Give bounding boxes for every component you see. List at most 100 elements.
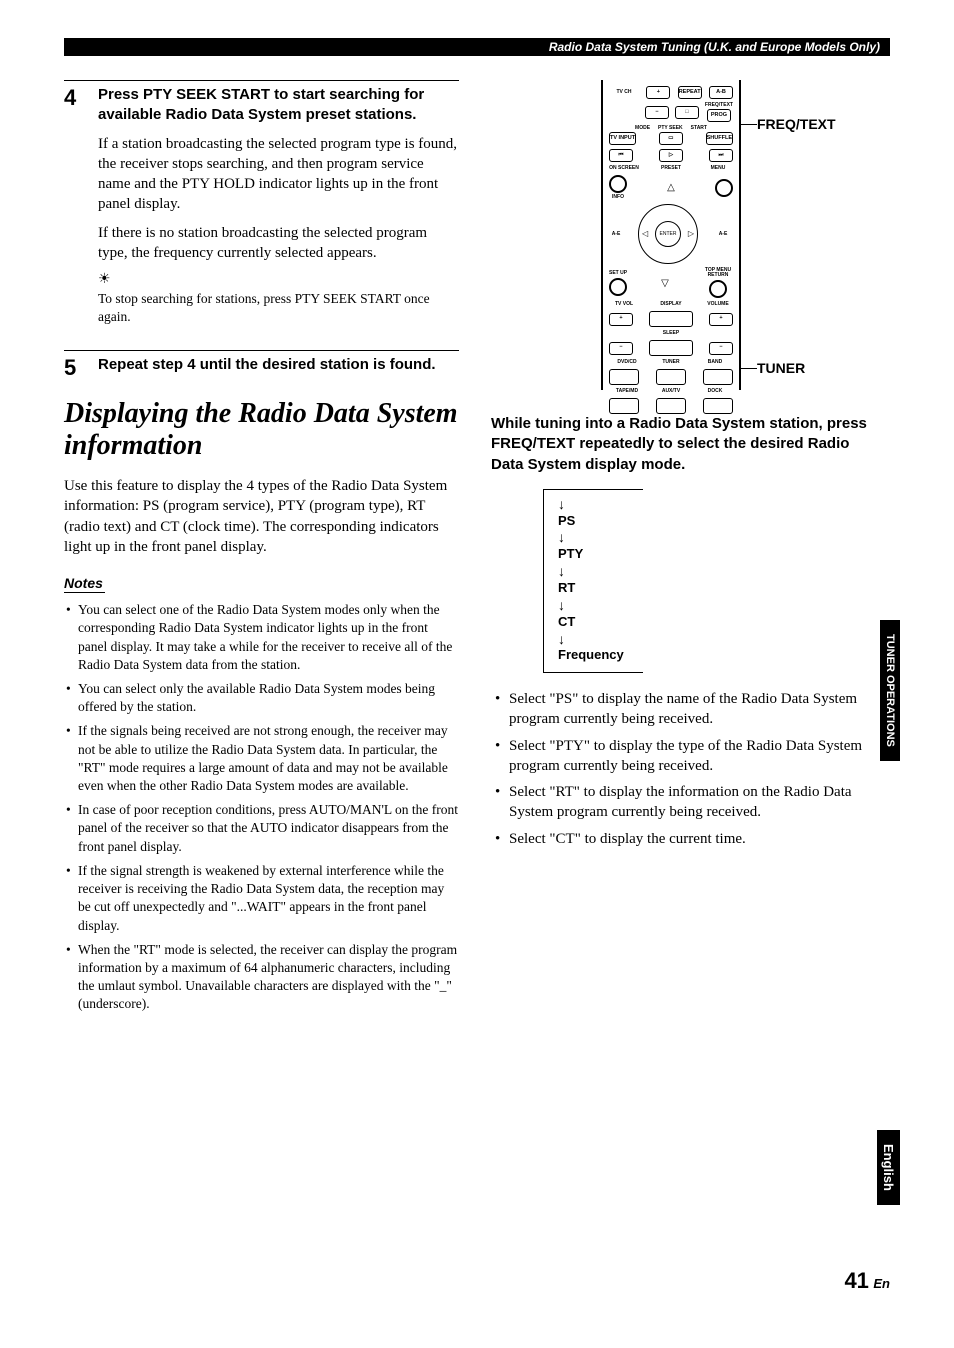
flow-item: CT <box>558 614 643 631</box>
setup-knob <box>609 278 627 296</box>
prog-button: PROG <box>707 109 731 122</box>
step-paragraph: If a station broadcasting the selected p… <box>98 134 459 215</box>
remote-label: TV CH <box>609 90 639 95</box>
remote-label: FREQ/TEXT <box>705 103 733 108</box>
left-column: 4 Press PTY SEEK START to start searchin… <box>64 80 459 1020</box>
down-icon: ▽ <box>661 278 669 289</box>
remote-label: MODE <box>635 126 650 131</box>
right-icon: ▷ <box>688 229 694 238</box>
arrow-down-icon: ↓ <box>558 496 643 513</box>
tvvol-plus-button: + <box>609 313 633 326</box>
sleep-button <box>649 340 693 356</box>
remote-label: INFO <box>612 195 624 200</box>
mode-item: Select "CT" to display the current time. <box>491 829 886 849</box>
stop-button: □ <box>675 106 699 119</box>
tip-icon: ☀ <box>98 271 459 288</box>
tapemd-button <box>609 398 639 414</box>
dock-button <box>703 398 733 414</box>
repeat-button: REPEAT <box>678 86 702 99</box>
remote-body: TV CH + REPEAT A-B − □ FREQ/TEXT PROG MO… <box>601 80 741 390</box>
band-button <box>703 369 733 385</box>
step-title: Repeat step 4 until the desired station … <box>98 355 459 375</box>
section-paragraph: Use this feature to display the 4 types … <box>64 476 459 557</box>
next-button: ⏭ <box>709 149 733 162</box>
enter-button: ENTER <box>655 221 681 247</box>
minus-button: − <box>645 106 669 119</box>
page-number-suffix: En <box>873 1276 890 1291</box>
dvdcd-button <box>609 369 639 385</box>
step-4: 4 Press PTY SEEK START to start searchin… <box>64 85 459 336</box>
rule <box>64 350 459 351</box>
step-number: 5 <box>64 355 84 383</box>
pause-button: ▭ <box>659 132 683 145</box>
arrow-down-icon: ↓ <box>558 631 643 648</box>
dpad: ENTER ◁ ▷ <box>638 204 698 264</box>
vol-plus-button: + <box>709 313 733 326</box>
arrow-down-icon: ↓ <box>558 597 643 614</box>
flow-item: PTY <box>558 546 643 563</box>
notes-label: Notes <box>64 575 105 593</box>
annotation-freqtext: FREQ/TEXT <box>757 116 836 132</box>
remote-label: SLEEP <box>663 331 679 336</box>
instruction-text: While tuning into a Radio Data System st… <box>491 414 886 475</box>
mode-item: Select "RT" to display the information o… <box>491 782 886 823</box>
remote-label: SET UP <box>609 271 627 276</box>
remote-label: DOCK <box>697 389 733 394</box>
page-number: 41 En <box>844 1268 890 1294</box>
menu-knob <box>715 179 733 197</box>
mode-item: Select "PTY" to display the type of the … <box>491 736 886 777</box>
note-item: If the signal strength is weakened by ex… <box>64 862 459 935</box>
remote-label: VOLUME <box>703 302 733 307</box>
note-item: You can select only the available Radio … <box>64 680 459 716</box>
mode-item: Select "PS" to display the name of the R… <box>491 689 886 730</box>
flow-item: PS <box>558 513 643 530</box>
display-button <box>649 311 693 327</box>
step-title: Press PTY SEEK START to start searching … <box>98 85 459 126</box>
ab-button: A-B <box>709 86 733 99</box>
step-body: Press PTY SEEK START to start searching … <box>98 85 459 336</box>
side-tab-english: English <box>877 1130 900 1205</box>
remote-label: DVD/CD <box>609 360 645 365</box>
play-button: ▷ <box>659 149 683 162</box>
tip-text: To stop searching for stations, press PT… <box>98 290 459 326</box>
section-heading: Displaying the Radio Data System informa… <box>64 398 459 462</box>
tvinput-button: TV INPUT <box>609 132 636 145</box>
note-item: If the signals being received are not st… <box>64 722 459 795</box>
remote-diagram: TV CH + REPEAT A-B − □ FREQ/TEXT PROG MO… <box>491 80 886 400</box>
mode-list: Select "PS" to display the name of the R… <box>491 689 886 849</box>
remote-label: START <box>691 126 707 131</box>
prev-button: ⏮ <box>609 149 633 162</box>
vol-minus-button: − <box>709 342 733 355</box>
auxtv-button <box>656 398 686 414</box>
content-columns: 4 Press PTY SEEK START to start searchin… <box>64 80 890 1020</box>
remote-label: ON SCREEN <box>609 166 639 171</box>
step-paragraph: If there is no station broadcasting the … <box>98 223 459 264</box>
tuner-button <box>656 369 686 385</box>
onscreen-knob <box>609 175 627 193</box>
remote-label: TOP MENU RETURN <box>703 268 733 278</box>
shuffle-button: SHUFFLE <box>706 132 733 145</box>
rule <box>64 80 459 81</box>
flow-item: Frequency <box>558 647 643 664</box>
note-item: When the "RT" mode is selected, the rece… <box>64 941 459 1014</box>
remote-label: MENU <box>703 166 733 171</box>
up-icon: △ <box>667 182 675 193</box>
annotation-tuner: TUNER <box>757 360 805 376</box>
flow-diagram: ↓ PS ↓ PTY ↓ RT ↓ CT ↓ Frequency <box>543 489 643 673</box>
remote-label: A-E <box>713 232 733 237</box>
page-header-bar: Radio Data System Tuning (U.K. and Europ… <box>64 38 890 56</box>
remote-label: TV VOL <box>609 302 639 307</box>
note-item: You can select one of the Radio Data Sys… <box>64 601 459 674</box>
right-column: TV CH + REPEAT A-B − □ FREQ/TEXT PROG MO… <box>491 80 886 1020</box>
left-icon: ◁ <box>642 229 648 238</box>
arrow-down-icon: ↓ <box>558 563 643 580</box>
remote-label: AUX/TV <box>653 389 689 394</box>
tvvol-minus-button: − <box>609 342 633 355</box>
remote-label: DISPLAY <box>656 302 686 307</box>
remote-label: A-E <box>609 232 623 237</box>
remote-label: PTY SEEK <box>658 126 683 131</box>
side-tab-operations: TUNER OPERATIONS <box>880 620 900 761</box>
plus-button: + <box>646 86 670 99</box>
step-number: 4 <box>64 85 84 336</box>
flow-item: RT <box>558 580 643 597</box>
